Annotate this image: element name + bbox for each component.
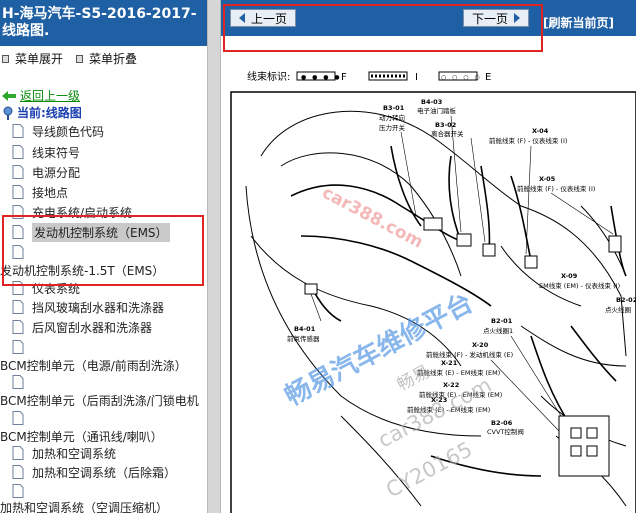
- callout-code: X-04: [532, 127, 549, 135]
- callout-code: B4-03: [421, 98, 442, 106]
- callout-code: B3-01: [383, 104, 405, 112]
- document-icon: [12, 375, 24, 389]
- callout-code: B2-06: [491, 419, 513, 427]
- tree-item[interactable]: 接地点: [12, 183, 68, 201]
- collapse-icon: [76, 54, 83, 63]
- callout-text: 离合器开关: [431, 129, 464, 138]
- callout-code: X-21: [441, 359, 458, 367]
- legend-label: 线束标识:: [247, 70, 290, 83]
- callout-code: B2-01: [491, 317, 513, 325]
- tree-item[interactable]: [12, 482, 32, 500]
- prev-arrow-icon: [238, 13, 245, 23]
- tree-item[interactable]: [12, 338, 32, 356]
- tree-item[interactable]: 后风窗刮水器和洗涤器: [12, 318, 152, 336]
- tree-item-wrapped[interactable]: 发动机控制系统-1.5T（EMS）: [0, 262, 164, 279]
- document-icon: [12, 484, 24, 498]
- tree-item[interactable]: 加热和空调系统: [12, 444, 116, 462]
- callout-code: X-05: [539, 175, 556, 183]
- document-icon: [12, 340, 24, 354]
- next-arrow-icon: [514, 13, 520, 23]
- callout-text: 压力开关: [379, 123, 406, 132]
- callout-code: B2-02: [616, 296, 636, 304]
- menu-toolbar: 菜单展开 菜单折叠: [0, 48, 207, 68]
- tree-item-wrapped[interactable]: BCM控制单元（后雨刮洗涤/门锁电机: [0, 392, 199, 409]
- document-icon: [12, 281, 24, 295]
- document-icon: [12, 320, 24, 334]
- left-nav-panel: H-海马汽车-S5-2016-2017- 线路图. 菜单展开 菜单折叠 返回上一…: [0, 0, 207, 513]
- refresh-page-link[interactable]: [刷新当前页]: [543, 14, 614, 31]
- current-node[interactable]: 当前:线路图: [2, 104, 82, 121]
- tree-item[interactable]: [12, 409, 32, 427]
- content-panel: 上一页 下一页 [刷新当前页] 线束标识: ● ● ● ● F I ○ ○ ○ …: [221, 0, 636, 513]
- tree-item-wrapped[interactable]: 加热和空调系统（空调压缩机）: [0, 499, 168, 513]
- document-icon: [12, 446, 24, 460]
- callout-text: CVVT控制阀: [487, 427, 524, 436]
- document-icon: [12, 245, 24, 259]
- callout-text: EM线束 (EM) - 仪表线束 (I): [539, 281, 620, 290]
- document-icon: [12, 465, 24, 479]
- tree-item[interactable]: 加热和空调系统（后除霜）: [12, 463, 176, 481]
- back-link[interactable]: 返回上一级: [2, 87, 80, 104]
- app-window: H-海马汽车-S5-2016-2017- 线路图. 菜单展开 菜单折叠 返回上一…: [0, 0, 636, 513]
- document-icon: [12, 185, 24, 199]
- panel-splitter[interactable]: [207, 0, 221, 513]
- tree-item[interactable]: 线束符号: [12, 143, 80, 161]
- tree-item[interactable]: 仪表系统: [12, 279, 80, 297]
- page-nav-bar: 上一页 下一页 [刷新当前页]: [221, 0, 636, 36]
- document-icon: [12, 225, 24, 239]
- prev-page-button[interactable]: 上一页: [230, 9, 296, 27]
- tree-item-wrapped[interactable]: BCM控制单元（通讯线/喇叭）: [0, 428, 163, 445]
- callout-text: 动力转向: [379, 113, 405, 122]
- document-icon: [12, 411, 24, 425]
- legend-circles: ○ ○ ○ ○: [441, 74, 482, 81]
- callout-code: X-20: [472, 341, 489, 349]
- legend-item-i: I: [415, 72, 418, 83]
- document-icon: [12, 300, 24, 314]
- collapse-all-button[interactable]: 菜单折叠: [76, 50, 137, 67]
- tree-item-selected[interactable]: 发动机控制系统（EMS）: [12, 222, 170, 242]
- document-icon: [12, 145, 24, 159]
- legend-item-f: F: [341, 72, 347, 83]
- document-icon: [12, 165, 24, 179]
- tree-item[interactable]: 充电系统/启动系统: [12, 203, 132, 221]
- expand-all-button[interactable]: 菜单展开: [2, 50, 63, 67]
- document-icon: [12, 124, 24, 138]
- callout-text: 点火线圈1: [483, 326, 513, 335]
- callout-text: 点火线圈: [605, 305, 631, 314]
- callout-code: X-09: [561, 272, 578, 280]
- next-page-button[interactable]: 下一页: [463, 9, 529, 27]
- legend-item-e: E: [485, 72, 491, 83]
- callout-text: 前舱线束 (F) - 发动机线束 (E): [426, 350, 513, 359]
- manual-title: H-海马汽车-S5-2016-2017- 线路图.: [0, 0, 207, 46]
- callout-code: B3-02: [435, 121, 456, 129]
- callout-text: 前舱线束 (F) - 仪表线束 (I): [489, 136, 567, 145]
- tree-item[interactable]: 电源分配: [12, 163, 80, 181]
- pin-icon: [3, 106, 13, 120]
- callout-text: 电子油门踏板: [417, 106, 457, 115]
- expand-icon: [2, 54, 9, 63]
- wiring-diagram: 线束标识: ● ● ● ● F I ○ ○ ○ ○ E B3-01 动力转向 压…: [230, 70, 636, 513]
- tree-item[interactable]: 挡风玻璃刮水器和洗涤器: [12, 298, 164, 316]
- callout-text: 前氧传感器: [287, 334, 320, 343]
- callout-code: B4-01: [294, 325, 316, 333]
- tree-item[interactable]: [12, 373, 32, 391]
- back-arrow-icon: [2, 90, 16, 101]
- document-icon: [12, 205, 24, 219]
- tree-item-wrapped[interactable]: BCM控制单元（电源/前雨刮洗涤）: [0, 357, 187, 374]
- legend-dots: ● ● ● ●: [301, 74, 342, 81]
- tree-item[interactable]: 导线颜色代码: [12, 122, 104, 140]
- tree-item[interactable]: [12, 243, 32, 261]
